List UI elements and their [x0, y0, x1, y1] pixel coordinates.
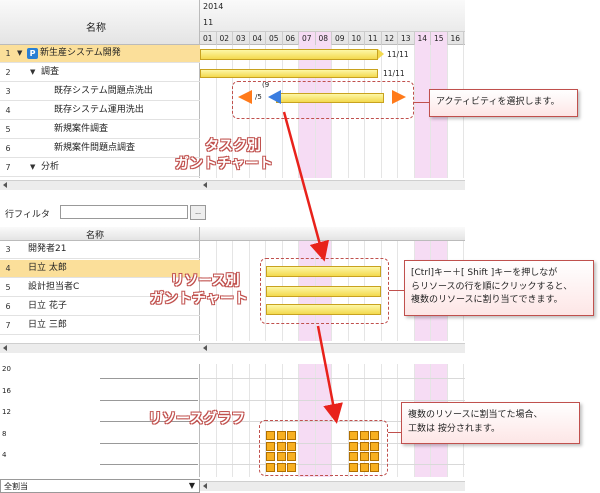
- arrow-resource-to-graph: [316, 325, 343, 424]
- flow-arrows: [282, 111, 343, 424]
- arrow-task-to-resource: [282, 111, 330, 262]
